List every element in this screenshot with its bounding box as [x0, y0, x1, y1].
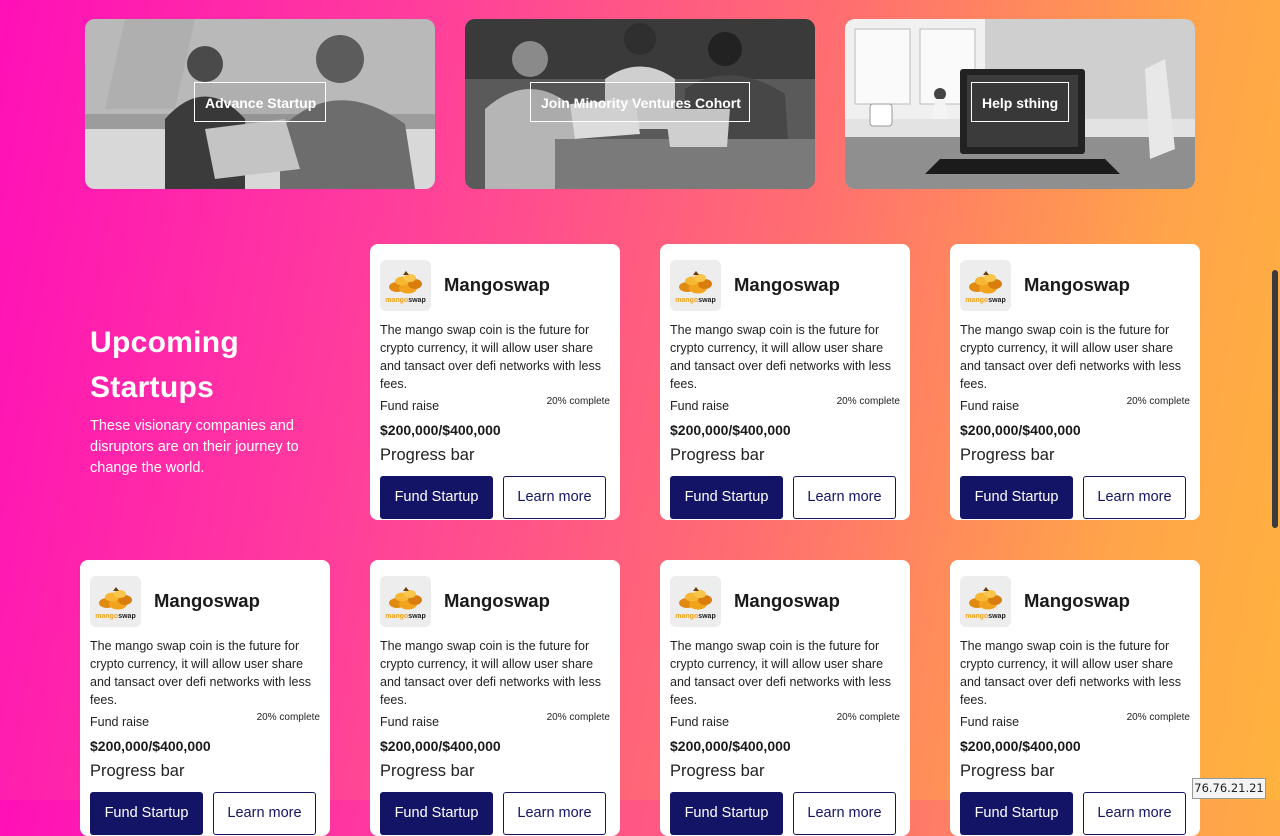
- fund-raise-label: Fund raise: [960, 715, 1020, 729]
- fund-raise-label: Fund raise: [380, 399, 440, 413]
- startup-name: Mangoswap: [1024, 590, 1130, 611]
- fund-amount: $200,000/$400,000: [90, 738, 211, 754]
- mangoswap-logo-icon: mangoswap: [380, 575, 431, 627]
- fund-startup-button[interactable]: Fund Startup: [670, 792, 783, 835]
- mangoswap-logo-icon: mangoswap: [960, 259, 1011, 311]
- fund-amount: $200,000/$400,000: [380, 422, 501, 438]
- fund-startup-button[interactable]: Fund Startup: [380, 792, 493, 835]
- percent-complete: 20% complete: [546, 396, 610, 407]
- progress-bar-label: Progress bar: [960, 762, 1055, 780]
- progress-bar-label: Progress bar: [670, 446, 765, 464]
- fund-amount: $200,000/$400,000: [960, 422, 1081, 438]
- section-subtitle: These visionary companies and disruptors…: [90, 418, 299, 476]
- hero-card-advance-startup[interactable]: Advance Startup: [85, 19, 435, 189]
- progress-bar-label: Progress bar: [960, 446, 1055, 464]
- fund-raise-label: Fund raise: [960, 399, 1020, 413]
- percent-complete: 20% complete: [256, 712, 320, 723]
- startup-name: Mangoswap: [734, 590, 840, 611]
- learn-more-button[interactable]: Learn more: [1083, 476, 1186, 519]
- mangoswap-logo-icon: mangoswap: [670, 575, 721, 627]
- startup-description: The mango swap coin is the future for cr…: [670, 639, 891, 707]
- fund-amount: $200,000/$400,000: [960, 738, 1081, 754]
- learn-more-button[interactable]: Learn more: [213, 792, 316, 835]
- fund-startup-button[interactable]: Fund Startup: [90, 792, 203, 835]
- mangoswap-logo-icon: mangoswap: [960, 575, 1011, 627]
- startup-card: mangoswap Mangoswap The mango swap coin …: [660, 244, 910, 520]
- learn-more-button[interactable]: Learn more: [1083, 792, 1186, 835]
- mangoswap-logo-icon: mangoswap: [380, 259, 431, 311]
- progress-bar-label: Progress bar: [380, 446, 475, 464]
- fund-startup-button[interactable]: Fund Startup: [960, 792, 1073, 835]
- progress-bar-label: Progress bar: [90, 762, 185, 780]
- startup-name: Mangoswap: [444, 590, 550, 611]
- fund-raise-label: Fund raise: [90, 715, 150, 729]
- advance-startup-button[interactable]: Advance Startup: [194, 82, 326, 122]
- hero-card-minority-ventures[interactable]: Join Minority Ventures Cohort: [465, 19, 815, 189]
- percent-complete: 20% complete: [836, 712, 900, 723]
- learn-more-button[interactable]: Learn more: [503, 476, 606, 519]
- startup-description: The mango swap coin is the future for cr…: [960, 639, 1181, 707]
- section-title: Upcoming Startups: [90, 326, 240, 404]
- join-minority-ventures-button[interactable]: Join Minority Ventures Cohort: [530, 82, 750, 122]
- startup-description: The mango swap coin is the future for cr…: [90, 639, 311, 707]
- fund-raise-label: Fund raise: [670, 399, 730, 413]
- startup-card: mangoswap Mangoswap The mango swap coin …: [950, 244, 1200, 520]
- fund-raise-label: Fund raise: [380, 715, 440, 729]
- progress-bar-label: Progress bar: [380, 762, 475, 780]
- startup-description: The mango swap coin is the future for cr…: [380, 639, 601, 707]
- startup-name: Mangoswap: [734, 274, 840, 295]
- learn-more-button[interactable]: Learn more: [503, 792, 606, 835]
- percent-complete: 20% complete: [546, 712, 610, 723]
- learn-more-button[interactable]: Learn more: [793, 476, 896, 519]
- startup-card: mangoswap Mangoswap The mango swap coin …: [950, 560, 1200, 836]
- startup-card: mangoswap Mangoswap The mango swap coin …: [370, 560, 620, 836]
- startup-description: The mango swap coin is the future for cr…: [960, 323, 1181, 391]
- mangoswap-logo-icon: mangoswap: [670, 259, 721, 311]
- help-button[interactable]: Help sthing: [971, 82, 1069, 122]
- startup-description: The mango swap coin is the future for cr…: [670, 323, 891, 391]
- fund-amount: $200,000/$400,000: [380, 738, 501, 754]
- fund-startup-button[interactable]: Fund Startup: [380, 476, 493, 519]
- startup-description: The mango swap coin is the future for cr…: [380, 323, 601, 391]
- fund-amount: $200,000/$400,000: [670, 738, 791, 754]
- ip-address-badge: 76.76.21.21: [1192, 778, 1266, 799]
- startup-name: Mangoswap: [1024, 274, 1130, 295]
- percent-complete: 20% complete: [836, 396, 900, 407]
- fund-startup-button[interactable]: Fund Startup: [960, 476, 1073, 519]
- page-scrollbar[interactable]: [1270, 0, 1280, 800]
- fund-raise-label: Fund raise: [670, 715, 730, 729]
- learn-more-button[interactable]: Learn more: [793, 792, 896, 835]
- hero-card-help[interactable]: Help sthing: [845, 19, 1195, 189]
- progress-bar-label: Progress bar: [670, 762, 765, 780]
- percent-complete: 20% complete: [1126, 712, 1190, 723]
- upcoming-startups-section: Upcoming Startups These visionary compan…: [90, 320, 320, 479]
- startup-card: mangoswap Mangoswap The mango swap coin …: [370, 244, 620, 520]
- startup-name: Mangoswap: [154, 590, 260, 611]
- fund-startup-button[interactable]: Fund Startup: [670, 476, 783, 519]
- startup-card: mangoswap Mangoswap The mango swap coin …: [80, 560, 330, 836]
- percent-complete: 20% complete: [1126, 396, 1190, 407]
- mangoswap-logo-icon: mangoswap: [90, 575, 141, 627]
- fund-amount: $200,000/$400,000: [670, 422, 791, 438]
- startup-card: mangoswap Mangoswap The mango swap coin …: [660, 560, 910, 836]
- scrollbar-thumb[interactable]: [1272, 270, 1278, 528]
- startup-name: Mangoswap: [444, 274, 550, 295]
